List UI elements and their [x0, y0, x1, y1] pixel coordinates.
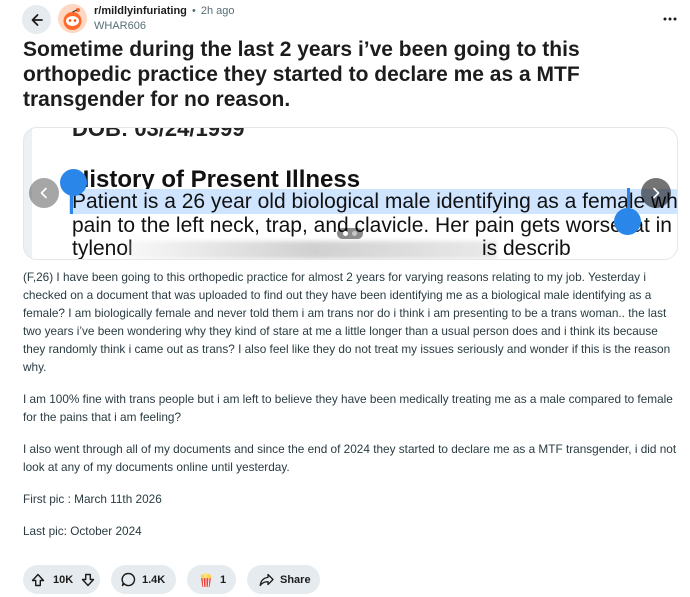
chevron-right-icon: [653, 187, 660, 199]
share-label: Share: [280, 573, 311, 586]
award-button[interactable]: 1: [187, 565, 236, 594]
doc-line-3-right: is describ: [482, 237, 571, 260]
carousel-next-button[interactable]: [641, 178, 671, 208]
carousel-prev-button[interactable]: [29, 178, 59, 208]
vote-pill: 10K: [23, 565, 100, 594]
upvote-icon: [31, 573, 45, 586]
subreddit-avatar[interactable]: [58, 4, 87, 33]
downvote-icon: [81, 573, 95, 586]
vote-count: 10K: [53, 573, 74, 586]
post-body-paragraph: I am 100% fine with trans people but i a…: [23, 392, 673, 424]
comment-count: 1.4K: [142, 573, 166, 586]
doc-dob-text: DOB: 03/24/1999: [72, 128, 245, 141]
post-time: 2h ago: [200, 5, 235, 17]
post-body-paragraph: I also went through all of my documents …: [23, 442, 677, 474]
back-button[interactable]: [22, 5, 51, 34]
award-icon: [200, 572, 212, 587]
post-body-paragraph: First pic : March 11th 2026: [23, 492, 162, 506]
share-icon-wrap: [259, 573, 274, 587]
post-title: Sometime during the last 2 years i’ve be…: [23, 38, 580, 111]
comment-icon: [121, 572, 136, 587]
post-meta: r/mildlyinfuriating • 2h ago: [94, 5, 235, 18]
author-link[interactable]: WHAR606: [94, 20, 146, 33]
meta-separator: •: [191, 5, 196, 17]
post-header: r/mildlyinfuriating • 2h ago WHAR606: [0, 0, 690, 38]
selection-end-handle[interactable]: [614, 208, 641, 235]
carousel-pager: [337, 228, 363, 239]
award-icon-wrap: [198, 572, 214, 588]
subreddit-link[interactable]: r/mildlyinfuriating: [94, 5, 187, 17]
pager-dot[interactable]: [343, 231, 348, 236]
pager-dot[interactable]: [352, 231, 357, 236]
award-count: 1: [220, 573, 227, 586]
comment-icon-wrap: [121, 572, 136, 587]
post-body-paragraph: Last pic: October 2024: [23, 524, 142, 538]
image-carousel[interactable]: DOB: 03/24/1999 History of Present Illne…: [23, 127, 678, 260]
share-button[interactable]: Share: [247, 565, 320, 594]
doc-line-3-left: tylenol: [72, 237, 133, 260]
chevron-left-icon: [40, 187, 47, 199]
more-options-button[interactable]: [656, 8, 684, 30]
selection-start-handle[interactable]: [60, 169, 87, 196]
comments-button[interactable]: 1.4K: [111, 565, 176, 594]
back-arrow-icon: [31, 13, 43, 26]
upvote-button[interactable]: [30, 572, 46, 588]
more-options-icon: [663, 17, 677, 21]
carousel-image: DOB: 03/24/1999 History of Present Illne…: [32, 128, 678, 260]
doc-line-2: pain to the left neck, trap, and clavicl…: [72, 214, 678, 237]
doc-blurred-text: [127, 241, 497, 259]
post-body-paragraph: (F,26) I have been going to this orthope…: [23, 270, 671, 374]
doc-highlighted-line: Patient is a 26 year old biological male…: [69, 189, 677, 214]
downvote-button[interactable]: [80, 572, 96, 588]
share-icon: [259, 573, 274, 586]
snoo-avatar-icon: [58, 4, 87, 33]
